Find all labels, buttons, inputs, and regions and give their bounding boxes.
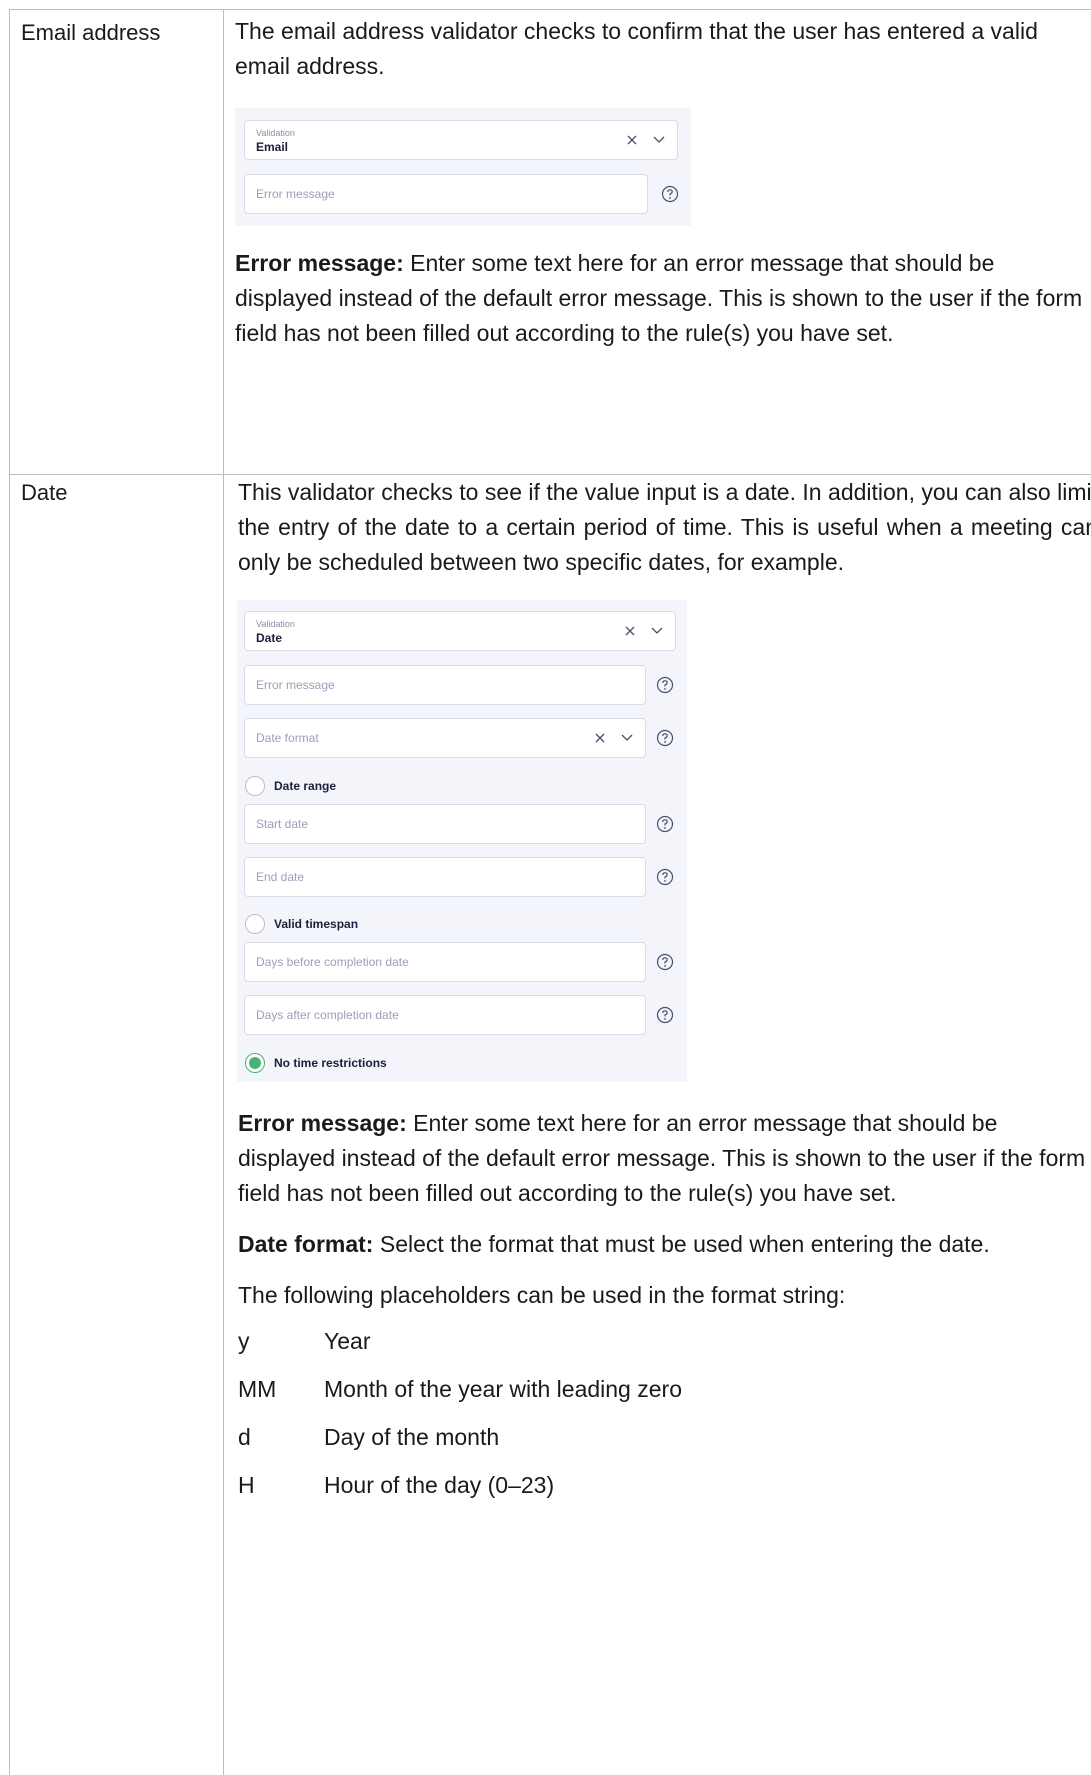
row-body-email: The email address validator checks to co…: [235, 10, 1091, 351]
chevron-down-icon[interactable]: [653, 136, 665, 144]
validator-table: Email address The email address validato…: [9, 9, 1091, 1775]
valid-timespan-radio[interactable]: [245, 914, 265, 934]
placeholders-intro: The following placeholders can be used i…: [238, 1282, 846, 1308]
email-validation-mockup: Validation Email Error message: [235, 108, 691, 226]
placeholder-desc: Year: [324, 1328, 371, 1354]
date-range-label: Date range: [274, 779, 337, 793]
placeholder-key: y: [238, 1328, 250, 1354]
clear-icon[interactable]: [625, 626, 635, 636]
validation-select[interactable]: Validation Date: [244, 611, 676, 651]
end-date-input[interactable]: End date: [244, 857, 646, 897]
table-row-email: Email address The email address validato…: [10, 10, 1091, 475]
clear-icon[interactable]: [595, 733, 605, 743]
email-error-note-bold: Error message:: [235, 250, 404, 276]
placeholder-desc: Day of the month: [324, 1424, 500, 1450]
date-intro: This validator checks to see if the valu…: [238, 479, 1091, 575]
placeholder-key: H: [238, 1472, 255, 1498]
help-icon[interactable]: [656, 815, 674, 833]
date-format-note-bold: Date format:: [238, 1231, 374, 1257]
placeholder-desc: Month of the year with leading zero: [324, 1376, 682, 1402]
placeholder-desc: Hour of the day (0–23): [324, 1472, 555, 1498]
clear-icon[interactable]: [627, 135, 637, 145]
row-label-date: Date: [21, 480, 68, 505]
row-body-date: This validator checks to see if the valu…: [235, 475, 1091, 1515]
list-item: H Hour of the day (0–23): [238, 1467, 1091, 1515]
error-message-placeholder: Error message: [256, 678, 335, 692]
column-divider: [223, 10, 224, 474]
days-before-placeholder: Days before completion date: [256, 955, 409, 969]
placeholder-key: MM: [238, 1376, 277, 1402]
date-format-note: Date format: Select the format that must…: [238, 1227, 1091, 1262]
email-intro: The email address validator checks to co…: [235, 18, 1038, 79]
help-icon[interactable]: [661, 185, 679, 203]
date-format-select[interactable]: Date format: [244, 718, 646, 758]
days-after-input[interactable]: Days after completion date: [244, 995, 646, 1035]
chevron-down-icon[interactable]: [651, 627, 663, 635]
no-time-restrictions-label: No time restrictions: [274, 1056, 387, 1070]
list-item: MM Month of the year with leading zero: [238, 1371, 1091, 1419]
date-range-radio[interactable]: [245, 776, 265, 796]
list-item: y Year: [238, 1323, 1091, 1371]
days-before-input[interactable]: Days before completion date: [244, 942, 646, 982]
end-date-placeholder: End date: [256, 870, 305, 884]
help-icon[interactable]: [656, 676, 674, 694]
valid-timespan-label: Valid timespan: [274, 917, 359, 931]
validation-select-label: Validation: [256, 128, 295, 138]
validation-select-label: Validation: [256, 619, 295, 629]
error-message-input[interactable]: Error message: [244, 665, 646, 705]
placeholder-key: d: [238, 1424, 251, 1450]
help-icon[interactable]: [656, 1006, 674, 1024]
validation-select-value: Date: [256, 631, 283, 645]
error-message-input[interactable]: Error message: [244, 174, 648, 214]
validation-select-value: Email: [256, 140, 289, 154]
help-icon[interactable]: [656, 868, 674, 886]
validation-select[interactable]: Validation Email: [244, 120, 678, 160]
date-validation-mockup: Validation Date Error message Date forma…: [237, 600, 687, 1082]
date-format-placeholder: Date format: [256, 731, 319, 745]
column-divider: [223, 475, 224, 1775]
table-row-date: Date This validator checks to see if the…: [10, 475, 1091, 1775]
help-icon[interactable]: [656, 729, 674, 747]
placeholders-list: y Year MM Month of the year with leading z…: [238, 1323, 1091, 1515]
help-icon[interactable]: [656, 953, 674, 971]
email-error-note: Error message: Enter some text here for …: [235, 246, 1091, 351]
start-date-placeholder: Start date: [256, 817, 309, 831]
list-item: d Day of the month: [238, 1419, 1091, 1467]
date-error-note-bold: Error message:: [238, 1110, 407, 1136]
start-date-input[interactable]: Start date: [244, 804, 646, 844]
error-message-placeholder: Error message: [256, 187, 335, 201]
days-after-placeholder: Days after completion date: [256, 1008, 399, 1022]
row-label-email: Email address: [21, 20, 161, 45]
no-time-restrictions-radio[interactable]: [245, 1053, 265, 1073]
date-format-note-text: Select the format that must be used when…: [373, 1231, 990, 1257]
date-error-note: Error message: Enter some text here for …: [238, 1106, 1091, 1211]
chevron-down-icon[interactable]: [621, 734, 633, 742]
